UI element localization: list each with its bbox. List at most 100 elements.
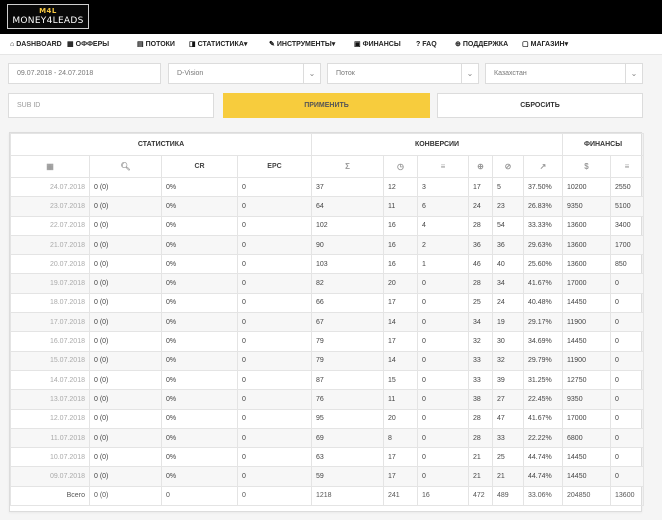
table-cell: 0 xyxy=(237,331,312,352)
epc-header[interactable]: EPC xyxy=(237,155,312,178)
table-cell: 0% xyxy=(161,215,238,236)
offer-select[interactable]: D-Vision ⌄ xyxy=(168,63,321,84)
chevron-down-icon[interactable]: ⌄ xyxy=(461,64,478,83)
table-cell: 21 xyxy=(492,466,524,487)
date-range-field[interactable]: 09.07.2018 - 24.07.2018 xyxy=(8,63,161,84)
hold-icon[interactable]: ≡ xyxy=(417,155,469,178)
table-cell: 16 xyxy=(417,485,469,507)
table-cell: 18.07.2018 xyxy=(10,292,90,314)
table-cell: 0% xyxy=(161,176,238,198)
brand-name: MONEY4LEADS xyxy=(12,16,84,26)
chevron-down-icon[interactable]: ⌄ xyxy=(625,64,642,83)
rejected-icon[interactable]: ⊘ xyxy=(492,155,524,178)
dollar-icon[interactable]: $ xyxy=(562,155,612,178)
nav-streams[interactable]: ▤ ПОТОКИ xyxy=(137,34,175,55)
table-cell: 22.22% xyxy=(522,427,564,449)
hold-money-icon[interactable]: ≡ xyxy=(610,155,645,178)
approved-icon[interactable]: ⊕ xyxy=(468,155,493,178)
table-cell: 0 (0) xyxy=(89,447,162,468)
table-cell: 0% xyxy=(161,292,238,314)
table-cell: 0 xyxy=(237,447,312,468)
cr-header-glyph: CR xyxy=(194,163,205,170)
table-cell: 0 (0) xyxy=(89,254,162,275)
table-cell: 21 xyxy=(468,466,493,487)
nav-faq[interactable]: ? FAQ xyxy=(416,34,437,55)
table-cell: 2550 xyxy=(610,176,645,198)
table-cell: 15 xyxy=(383,369,418,391)
table-cell: 0 xyxy=(610,350,645,371)
table-cell: 27 xyxy=(492,389,524,410)
table-cell: 41.67% xyxy=(522,273,564,294)
table-cell: 0 (0) xyxy=(89,215,162,236)
table-cell: 33.33% xyxy=(522,215,564,236)
table-cell: 0 xyxy=(237,234,312,256)
clicks-icon[interactable]: 🔍︎ xyxy=(89,155,162,178)
brand-logo[interactable]: M4L MONEY4LEADS xyxy=(7,4,89,29)
table-cell: 38 xyxy=(468,389,493,410)
table-cell: 14 xyxy=(383,312,418,333)
country-select[interactable]: Казахстан ⌄ xyxy=(485,63,643,84)
table-cell: 0 xyxy=(417,466,469,487)
wrench-icon: ✎ xyxy=(269,41,275,48)
table-cell: 0% xyxy=(161,389,238,410)
nav-offers[interactable]: ▦ ОФФЕРЫ xyxy=(67,34,109,55)
table-cell: 0 xyxy=(610,273,645,294)
table-cell: 0 xyxy=(237,196,312,217)
nav-label: СТАТИСТИКА xyxy=(197,41,244,48)
nav-statistics[interactable]: ◨ СТАТИСТИКА▾ xyxy=(189,34,247,55)
table-cell: 0 xyxy=(610,369,645,391)
table-cell: 0 (0) xyxy=(89,331,162,352)
grid-icon: ▦ xyxy=(67,41,74,48)
table-cell: 0 xyxy=(237,254,312,275)
table-cell: 20 xyxy=(383,408,418,429)
table-cell: 79 xyxy=(311,331,384,352)
group-conversions: КОНВЕРСИИ xyxy=(310,133,564,156)
table-cell: 11900 xyxy=(562,312,612,333)
apply-button[interactable]: ПРИМЕНИТЬ xyxy=(223,93,430,118)
table-cell: 0 xyxy=(417,292,469,314)
table-cell: 14.07.2018 xyxy=(10,369,90,391)
table-cell: 0 (0) xyxy=(89,196,162,217)
table-cell: 0 xyxy=(237,215,312,236)
reset-button[interactable]: СБРОСИТЬ xyxy=(437,93,643,118)
table-cell: 90 xyxy=(311,234,384,256)
pending-icon[interactable]: ◷ xyxy=(383,155,418,178)
table-cell: 37.50% xyxy=(522,176,564,198)
table-cell: 0 xyxy=(610,447,645,468)
nav-finance[interactable]: ▣ ФИНАНСЫ xyxy=(354,34,401,55)
table-cell: 0 (0) xyxy=(89,466,162,487)
table-cell: 16 xyxy=(383,215,418,236)
table-cell: 17000 xyxy=(562,273,612,294)
table-cell: 1700 xyxy=(610,234,645,256)
sub-id-input[interactable] xyxy=(8,93,214,118)
total-icon[interactable]: Σ xyxy=(311,155,384,178)
table-cell: 11 xyxy=(383,389,418,410)
table-cell: 25 xyxy=(468,292,493,314)
table-cell: 0 xyxy=(610,408,645,429)
table-cell: 40.48% xyxy=(522,292,564,314)
table-cell: 2 xyxy=(417,234,469,256)
table-cell: 0 xyxy=(417,389,469,410)
table-row: 16.07.2018 0 (0) 0% 0 79 17 0 32 30 34.69% 14450 0 xyxy=(10,331,645,352)
nav-support[interactable]: ⊕ ПОДДЕРЖКА xyxy=(455,34,508,55)
cr-header[interactable]: CR xyxy=(161,155,238,178)
offer-select-value: D-Vision xyxy=(177,70,204,77)
nav-shop[interactable]: ▢ МАГАЗИН▾ xyxy=(522,34,568,55)
table-cell: 0 xyxy=(610,312,645,333)
table-row: 24.07.2018 0 (0) 0% 0 37 12 3 17 5 37.50% 10200 255… xyxy=(10,176,645,198)
table-cell: 0 xyxy=(610,389,645,410)
table-cell: 34 xyxy=(492,273,524,294)
stream-select[interactable]: Поток ⌄ xyxy=(327,63,479,84)
nav-dashboard[interactable]: ⌂ DASHBOARD xyxy=(10,34,62,55)
table-cell: 39 xyxy=(492,369,524,391)
chevron-down-icon[interactable]: ⌄ xyxy=(303,64,320,83)
approve-rate-icon[interactable]: ↗ xyxy=(522,155,564,178)
table-cell: 10.07.2018 xyxy=(10,447,90,468)
calendar-icon[interactable]: ▦ xyxy=(10,155,90,178)
table-cell: 59 xyxy=(311,466,384,487)
chart-icon: ◨ xyxy=(189,41,196,48)
table-cell: 14 xyxy=(383,350,418,371)
chevron-down-icon: ▾ xyxy=(331,41,336,48)
table-cell: Всего xyxy=(10,485,90,507)
nav-tools[interactable]: ✎ ИНСТРУМЕНТЫ▾ xyxy=(269,34,335,55)
